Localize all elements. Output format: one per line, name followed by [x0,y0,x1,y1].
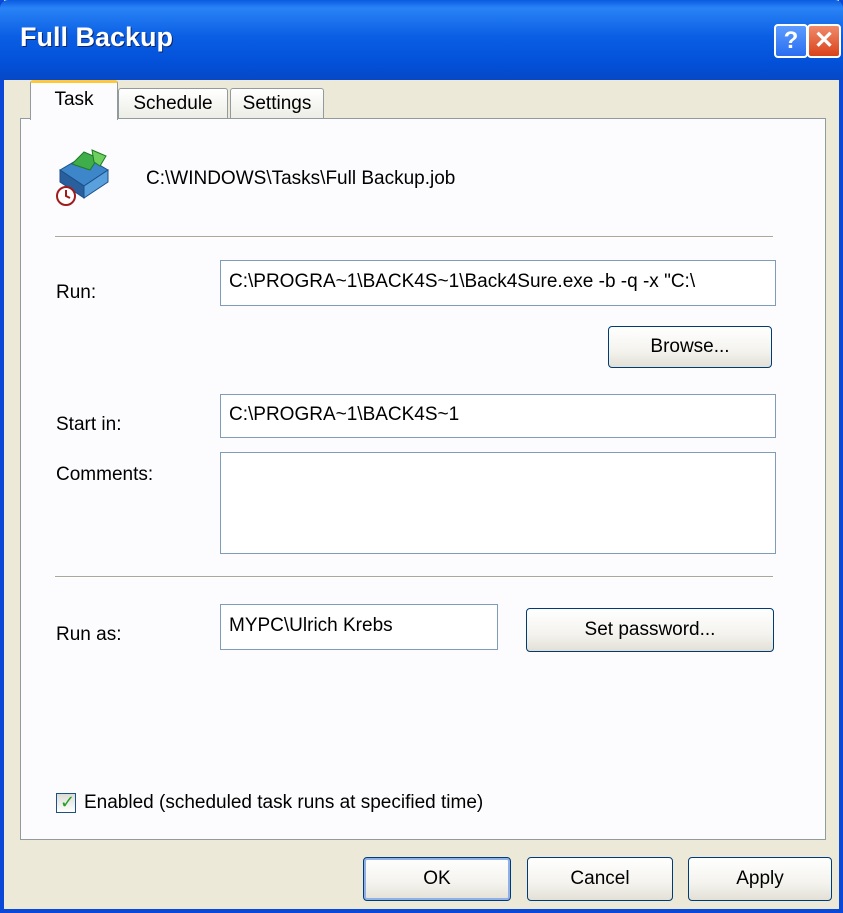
help-button[interactable]: ? [774,24,808,58]
close-icon: ✕ [813,27,835,54]
enabled-checkbox[interactable]: ✓ [56,792,76,813]
title-bar[interactable]: Full Backup ? ✕ [0,0,843,80]
ok-button[interactable]: OK [363,857,511,901]
tab-task[interactable]: Task [30,80,118,120]
start-in-input[interactable]: C:\PROGRA~1\BACK4S~1 [220,394,776,438]
start-in-label: Start in: [56,414,122,435]
comments-label: Comments: [56,464,154,485]
tab-task-label: Task [54,89,94,110]
tab-settings-label: Settings [242,93,312,114]
run-label: Run: [56,282,97,303]
enabled-checkbox-label[interactable]: Enabled (scheduled task runs at specifie… [84,792,483,814]
divider-middle [55,576,773,578]
task-file-path: C:\WINDOWS\Tasks\Full Backup.job [146,168,456,189]
checkmark-icon: ✓ [60,792,76,813]
run-command-input[interactable]: C:\PROGRA~1\BACK4S~1\Back4Sure.exe -b -q… [220,260,776,306]
run-as-label: Run as: [56,624,122,645]
help-icon: ? [783,27,799,54]
tab-settings[interactable]: Settings [230,88,324,120]
divider-top [55,236,773,238]
scheduled-task-icon [56,149,109,206]
comments-textarea[interactable] [220,452,776,554]
cancel-button[interactable]: Cancel [527,857,673,901]
run-as-input[interactable]: MYPC\Ulrich Krebs [220,604,498,650]
close-button[interactable]: ✕ [807,24,841,58]
set-password-button[interactable]: Set password... [526,608,774,652]
window-title: Full Backup [20,22,174,52]
tab-schedule[interactable]: Schedule [118,88,228,120]
apply-button[interactable]: Apply [688,857,832,901]
browse-button[interactable]: Browse... [608,326,772,368]
tab-schedule-label: Schedule [133,93,213,114]
